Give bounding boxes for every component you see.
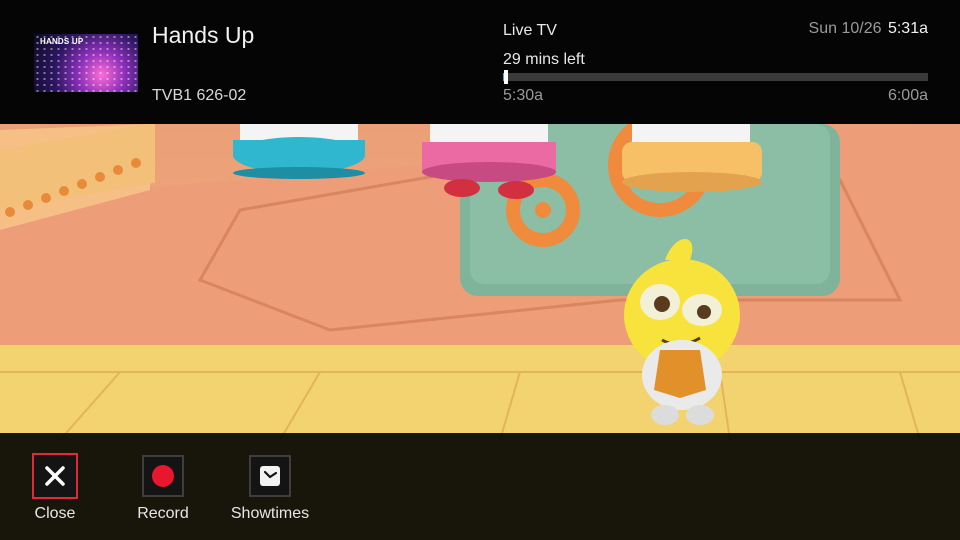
progress-knob[interactable]	[504, 70, 509, 84]
close-button-frame[interactable]	[32, 453, 78, 499]
action-bar: Close Record Showtimes	[0, 433, 960, 540]
record-button-label: Record	[137, 505, 189, 522]
start-time: 5:30a	[503, 87, 544, 104]
clock-time: 5:31a	[887, 20, 928, 37]
clock: Sun 10/26 5:31a	[809, 20, 928, 38]
channel-label: TVB1 626-02	[152, 87, 247, 104]
clock-icon	[260, 466, 280, 486]
clock-date: Sun 10/26	[808, 20, 882, 37]
program-title: Hands Up	[152, 22, 255, 48]
showtimes-button-label: Showtimes	[230, 505, 310, 522]
progress-bar[interactable]	[503, 70, 928, 84]
record-button[interactable]: Record	[118, 455, 208, 523]
showtimes-button-frame[interactable]	[249, 455, 291, 497]
program-info-bar: HANDS UP Hands Up TVB1 626-02 Live TV 29…	[0, 0, 960, 124]
close-button[interactable]: Close	[10, 453, 100, 523]
record-button-frame[interactable]	[142, 455, 184, 497]
time-left-label: 29 mins left	[503, 51, 585, 68]
record-icon	[152, 465, 174, 487]
thumbnail-logo-text: HANDS UP	[40, 37, 84, 46]
close-button-label: Close	[34, 505, 76, 522]
live-tv-label: Live TV	[503, 22, 557, 39]
end-time: 6:00a	[887, 87, 928, 104]
program-thumbnail: HANDS UP	[34, 34, 138, 92]
close-icon	[45, 466, 65, 486]
showtimes-button[interactable]: Showtimes	[225, 455, 315, 523]
